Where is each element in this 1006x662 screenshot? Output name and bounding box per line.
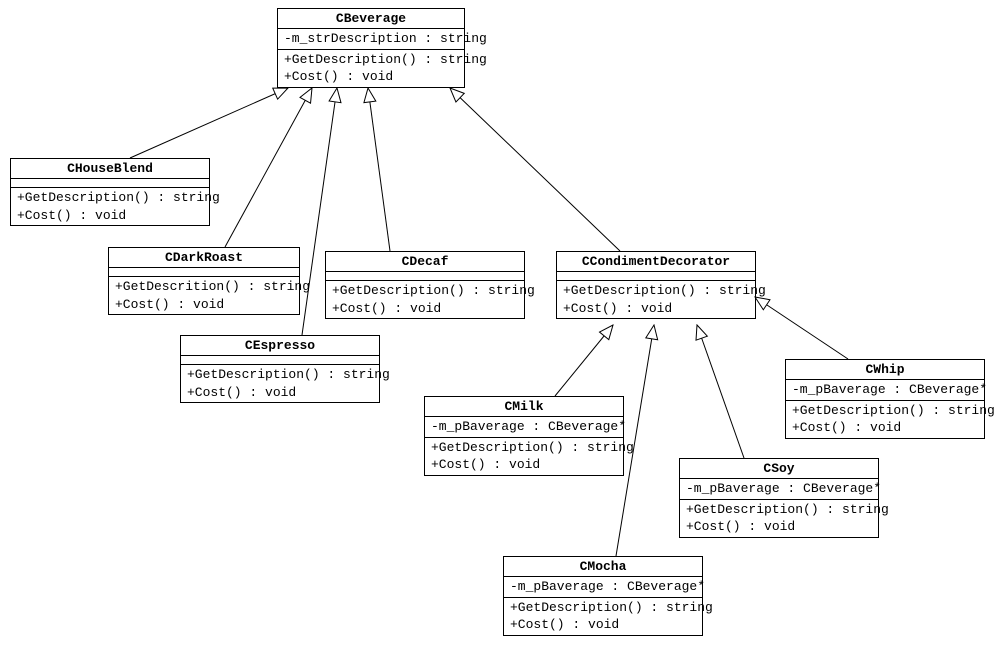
class-cespresso: CEspresso +GetDescription() : string +Co… — [180, 335, 380, 403]
class-operation: +Cost() : void — [284, 68, 458, 86]
class-operation: +Cost() : void — [332, 300, 518, 318]
class-attribute: -m_pBaverage : CBeverage* — [431, 418, 617, 436]
class-operation: +Cost() : void — [686, 518, 872, 536]
class-cdecaf: CDecaf +GetDescription() : string +Cost(… — [325, 251, 525, 319]
class-operation: +GetDescription() : string — [284, 51, 458, 69]
uml-canvas: { "diagram": { "type": "UML class diagra… — [0, 0, 1006, 662]
class-cwhip: CWhip -m_pBaverage : CBeverage* +GetDesc… — [785, 359, 985, 439]
class-cbeverage: CBeverage -m_strDescription : string +Ge… — [277, 8, 465, 88]
class-title: CDecaf — [326, 252, 524, 272]
class-title: CEspresso — [181, 336, 379, 356]
class-title: CSoy — [680, 459, 878, 479]
class-operation: +Cost() : void — [17, 207, 203, 225]
class-operation: +Cost() : void — [563, 300, 749, 318]
class-attribute: -m_pBaverage : CBeverage* — [792, 381, 978, 399]
class-title: CHouseBlend — [11, 159, 209, 179]
class-csoy: CSoy -m_pBaverage : CBeverage* +GetDescr… — [679, 458, 879, 538]
class-operation: +Cost() : void — [115, 296, 293, 314]
class-operation: +GetDescription() : string — [431, 439, 617, 457]
class-operation: +GetDescrition() : string — [115, 278, 293, 296]
class-cmilk: CMilk -m_pBaverage : CBeverage* +GetDesc… — [424, 396, 624, 476]
class-title: CDarkRoast — [109, 248, 299, 268]
class-operation: +GetDescription() : string — [563, 282, 749, 300]
class-operation: +Cost() : void — [431, 456, 617, 474]
arrow-cdecaf-cbeverage — [368, 88, 390, 251]
class-operation: +Cost() : void — [510, 616, 696, 634]
class-operation: +GetDescription() : string — [686, 501, 872, 519]
class-cdarkroast: CDarkRoast +GetDescrition() : string +Co… — [108, 247, 300, 315]
arrow-chouseblend-cbeverage — [130, 88, 288, 158]
class-title: CCondimentDecorator — [557, 252, 755, 272]
class-title: CBeverage — [278, 9, 464, 29]
class-title: CMocha — [504, 557, 702, 577]
class-operation: +GetDescription() : string — [792, 402, 978, 420]
class-attribute: -m_strDescription : string — [284, 30, 458, 48]
arrow-csoy-ccondimentdecorator — [697, 325, 744, 458]
class-title: CMilk — [425, 397, 623, 417]
class-operation: +GetDescription() : string — [17, 189, 203, 207]
class-operation: +Cost() : void — [792, 419, 978, 437]
arrow-ccondimentdecorator-cbeverage — [450, 88, 620, 251]
arrow-cmilk-ccondimentdecorator — [555, 325, 613, 396]
class-operation: +GetDescription() : string — [510, 599, 696, 617]
arrow-cdarkroast-cbeverage — [225, 88, 312, 247]
class-operation: +GetDescription() : string — [187, 366, 373, 384]
class-title: CWhip — [786, 360, 984, 380]
class-chouseblend: CHouseBlend +GetDescription() : string +… — [10, 158, 210, 226]
class-attribute: -m_pBaverage : CBeverage* — [686, 480, 872, 498]
class-ccondimentdecorator: CCondimentDecorator +GetDescription() : … — [556, 251, 756, 319]
class-operation: +Cost() : void — [187, 384, 373, 402]
class-attribute: -m_pBaverage : CBeverage* — [510, 578, 696, 596]
arrow-cwhip-ccondimentdecorator — [755, 297, 848, 359]
class-cmocha: CMocha -m_pBaverage : CBeverage* +GetDes… — [503, 556, 703, 636]
class-operation: +GetDescription() : string — [332, 282, 518, 300]
